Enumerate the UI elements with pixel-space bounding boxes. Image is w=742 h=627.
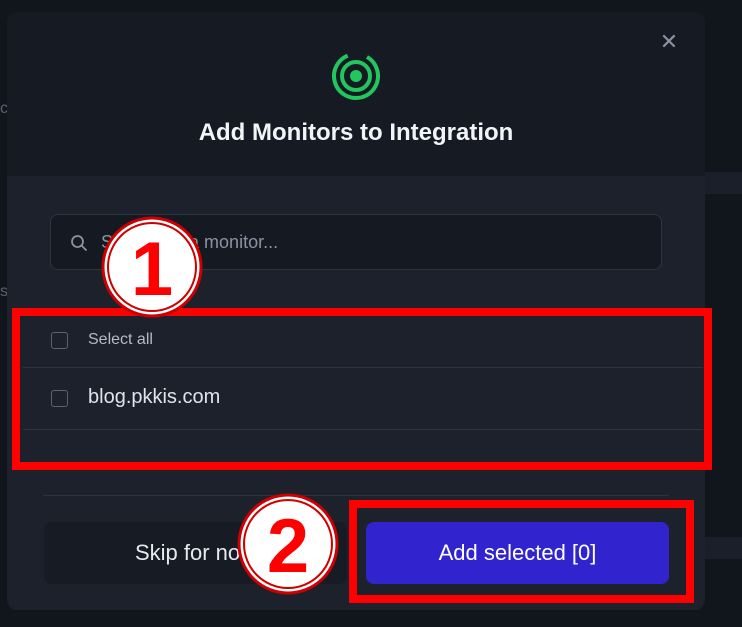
modal-title: Add Monitors to Integration xyxy=(198,119,514,146)
highlight-box-list xyxy=(12,308,712,470)
background-panel-strip xyxy=(702,537,742,559)
radar-target-icon xyxy=(332,52,380,100)
footer-divider xyxy=(43,495,669,496)
step-badge-1: 1 xyxy=(101,216,203,318)
step-badge-2: 2 xyxy=(237,493,339,595)
close-button[interactable]: ✕ xyxy=(657,30,681,54)
highlight-box-add-button xyxy=(349,500,694,603)
search-icon xyxy=(71,235,87,251)
step-badge-2-label: 2 xyxy=(267,504,309,589)
step-badge-1-label: 1 xyxy=(131,227,173,312)
close-icon[interactable]: ✕ xyxy=(660,29,678,54)
background-panel-strip xyxy=(702,172,742,194)
modal-header: ✕ Add Monitors to Integration xyxy=(7,12,705,176)
